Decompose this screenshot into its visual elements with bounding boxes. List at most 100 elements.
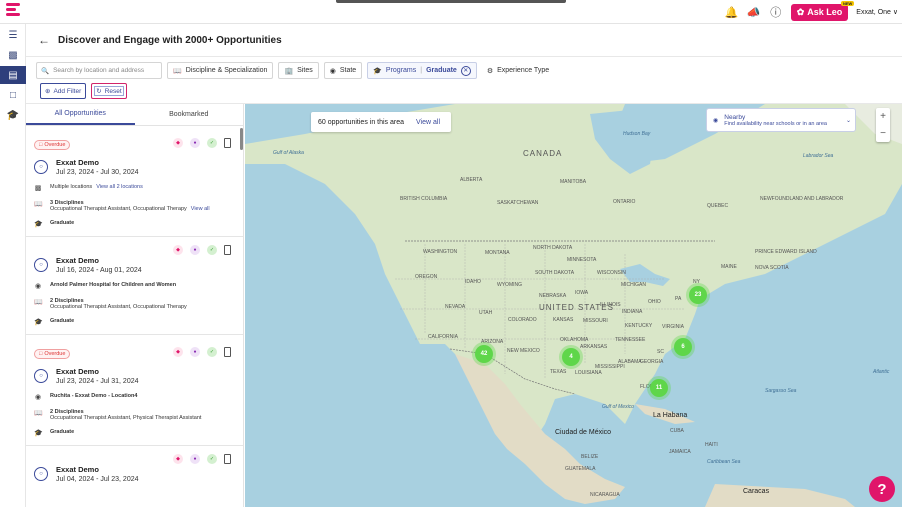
opportunity-card[interactable]: ◆ ● ✓ ○ Exxat Demo Jul 16, 2024 - Aug 01, 20… [26,237,243,335]
view-all-link[interactable]: View all [416,119,440,126]
bookmark-icon[interactable] [224,245,231,255]
analytics-icon[interactable]: ▩ [0,46,26,64]
location-icon: ▩ [34,185,42,192]
bookmark-icon[interactable] [224,454,231,464]
map-cluster-marker[interactable]: 42 [475,345,493,363]
label-missouri: MISSOURI [583,318,608,324]
label-alabama: ALABAMA [618,359,642,365]
label-nebraska: NEBRASKA [539,293,567,299]
clear-filter-icon[interactable]: ✕ [460,65,471,76]
label-caracas: Caracas [743,488,770,495]
label-south-dakota: SOUTH DAKOTA [535,270,575,276]
opportunity-card[interactable]: ◆ ● ✓ ○ Exxat Demo Jul 04, 2024 - Jul 23, 20… [26,446,243,491]
label-gulf-of-mexico: Gulf of Mexico [602,404,634,410]
overdue-badge: □ Overdue [34,349,71,359]
hamburger-menu-icon[interactable]: ☰ [0,26,26,44]
person-icon: ● [190,245,200,255]
help-button[interactable]: ? [869,476,895,502]
label-utah: UTAH [479,310,493,316]
top-bar: 🔔 📣 ⓘ ✿ Ask Leo NEW Exxat, One ∨ [0,0,902,24]
graduation-cap-icon: 🎓 [373,67,382,75]
label-jamaica: JAMAICA [669,449,691,455]
label-ohio: OHIO [648,299,661,305]
book-icon: 📖 [34,410,43,417]
help-circle-icon[interactable]: ⓘ [769,5,783,19]
user-menu[interactable]: Exxat, One ∨ [856,8,898,16]
map-cluster-marker[interactable]: 11 [650,379,668,397]
graduation-cap-icon[interactable]: 🎓 [0,106,26,124]
date-range: Jul 16, 2024 - Aug 01, 2024 [56,267,142,274]
opportunity-card[interactable]: □ Overdue ◆ ● ✓ ○ Exxat Demo Jul 23, 2024 - J… [26,335,243,446]
discipline-filter[interactable]: 📖 Discipline & Specialization [167,62,274,79]
date-range: Jul 23, 2024 - Jul 30, 2024 [56,169,139,176]
label-labrador-sea: Labrador Sea [803,153,834,159]
label-sargasso-sea: Sargasso Sea [765,388,797,394]
label-atlantic: Atlantic [873,369,890,375]
opportunities-icon[interactable]: ▤ [0,66,26,84]
search-icon: 🔍 [41,67,50,75]
reset-icon: ↻ [96,88,102,95]
org-name: Exxat Demo [56,367,99,376]
sites-filter[interactable]: 🏢 Sites [278,62,319,79]
exxat-logo[interactable] [6,3,20,19]
label-manitoba: MANITOBA [560,179,587,185]
label-guatemala: GUATEMALA [565,466,596,472]
ask-leo-button[interactable]: ✿ Ask Leo NEW [790,0,855,21]
location-pin-icon: ◉ [329,67,336,75]
org-name: Exxat Demo [56,465,99,474]
opportunity-list: All Opportunities Bookmarked □ Overdue ◆ ●… [26,104,244,507]
date-range: Jul 04, 2024 - Jul 23, 2024 [56,476,139,483]
label-colorado: COLORADO [508,317,537,323]
bookmark-icon[interactable] [224,347,231,357]
nearby-dropdown[interactable]: ◉ Nearby Find availability near schools o… [706,108,856,132]
notification-bell-icon[interactable]: 🔔 [725,5,739,19]
label-cuba: CUBA [670,428,684,434]
side-nav: ☰ ▩ ▤ □ 🎓 [0,24,26,507]
page-header: ← Discover and Engage with 2000+ Opportu… [26,24,902,57]
announcement-icon[interactable]: 📣 [747,5,761,19]
experience-filter[interactable]: ⚙ Experience Type [482,62,554,79]
view-locations-link[interactable]: View all 2 locations [96,184,143,190]
graduation-cap-icon: 🎓 [34,221,43,228]
label-havana: La Habana [653,412,688,419]
bookmark-icon[interactable] [224,138,231,148]
list-scrollbar[interactable] [240,128,243,150]
person-icon: ● [190,347,200,357]
program-text: Graduate [50,429,75,435]
label-arkansas: ARKANSAS [580,344,608,350]
search-input[interactable]: 🔍 Search by location and address [36,62,162,79]
label-newfoundland: NEWFOUNDLAND AND LABRADOR [760,196,844,202]
zoom-out-button[interactable]: − [880,128,886,139]
label-new-mexico: NEW MEXICO [507,348,540,354]
book-icon: 📖 [173,67,182,75]
location-pin-icon: ◉ [34,394,42,401]
check-icon: ✓ [207,245,217,255]
book-icon: 📖 [34,299,43,306]
map-cluster-marker[interactable]: 23 [689,286,707,304]
add-filter-button[interactable]: ⊕ Add Filter [40,83,87,99]
map-view[interactable]: CANADA UNITED STATES Hudson Bay Gulf of … [245,104,902,507]
nearby-title: Nearby [724,113,746,121]
tab-all-opportunities[interactable]: All Opportunities [26,104,135,125]
label-nevada: NEVADA [445,304,466,310]
programs-filter[interactable]: 🎓 Programs | Graduate ✕ [367,62,477,79]
nearby-subtitle: Find availability near schools or in an … [724,120,827,127]
location-pin-icon: ◉ [713,117,719,124]
location-text: Multiple locations [50,184,93,190]
state-filter[interactable]: ◉ State [323,62,363,79]
person-icon: ● [190,454,200,464]
zoom-in-button[interactable]: + [880,111,886,122]
label-saskatchewan: SASKATCHEWAN [497,200,539,206]
label-gulf-of-alaska: Gulf of Alaska [273,150,304,156]
count-text: 60 opportunities in this area [318,118,404,126]
map-cluster-marker[interactable]: 4 [562,348,580,366]
check-icon: ✓ [207,138,217,148]
view-all-link[interactable]: View all [191,206,210,212]
documents-icon[interactable]: □ [0,86,26,104]
tab-bookmarked[interactable]: Bookmarked [135,104,244,125]
location-text: Ruchita - Exxat Demo - Location4 [50,393,138,399]
back-arrow-icon[interactable]: ← [38,33,50,47]
map-cluster-marker[interactable]: 6 [674,338,692,356]
opportunity-card[interactable]: □ Overdue ◆ ● ✓ ○ Exxat Demo Jul 23, 2024 - J… [26,126,243,237]
reset-button[interactable]: ↻ Reset [91,83,127,99]
